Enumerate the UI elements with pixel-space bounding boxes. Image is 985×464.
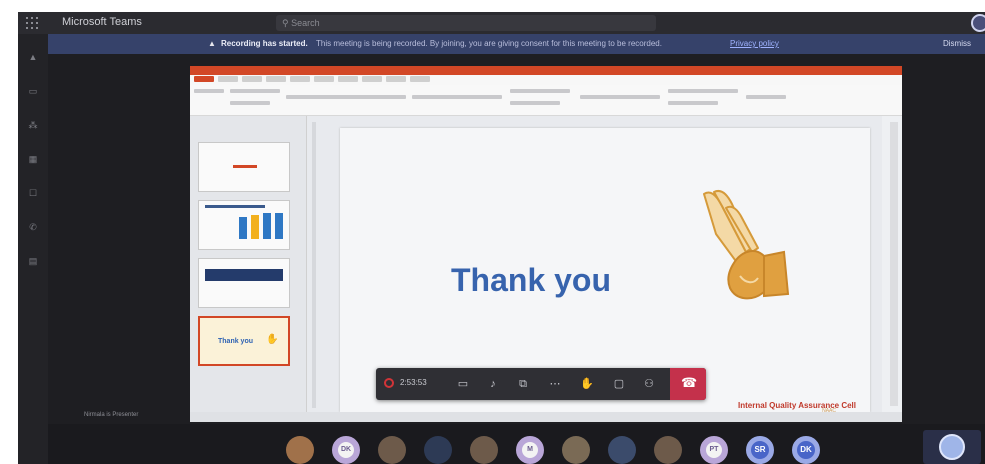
dismiss-button[interactable]: Dismiss bbox=[943, 34, 971, 54]
participant-avatar[interactable]: DK bbox=[332, 436, 360, 464]
thumb-bar bbox=[275, 213, 283, 239]
slide-thumbnail-3[interactable] bbox=[198, 258, 290, 308]
thumb-bar bbox=[251, 215, 259, 239]
activity-icon[interactable]: ▲ bbox=[26, 52, 40, 62]
ppt-tab bbox=[314, 76, 334, 82]
participant-avatar[interactable]: PT bbox=[700, 436, 728, 464]
ppt-ribbon-tabs bbox=[190, 75, 902, 85]
app-launcher-icon[interactable] bbox=[26, 17, 38, 29]
search-placeholder: Search bbox=[291, 18, 320, 28]
ppt-ribbon bbox=[190, 85, 902, 116]
search-input[interactable]: ⚲ Search bbox=[276, 15, 656, 31]
meeting-timer: 2:53:53 bbox=[400, 378, 427, 387]
participant-avatar[interactable] bbox=[654, 436, 682, 464]
files-icon[interactable]: ▤ bbox=[26, 256, 40, 266]
thumb-dark-band bbox=[205, 269, 283, 281]
ppt-tab bbox=[242, 76, 262, 82]
meeting-controls: 2:53:53 ▭ ♪ ⧉ ⋯ ✋ ▢ ⚇ ☎ bbox=[376, 368, 706, 400]
ribbon-group bbox=[230, 101, 270, 105]
microphone-icon[interactable]: ♪ bbox=[486, 377, 500, 391]
participant-avatar[interactable] bbox=[424, 436, 452, 464]
teams-window: Microsoft Teams ⚲ Search ▲ ▭ ⁂ ▦ ☐ ✆ ▤ ▲… bbox=[18, 12, 985, 464]
ribbon-group bbox=[412, 95, 502, 99]
ribbon-group bbox=[510, 89, 570, 93]
raise-hand-icon[interactable]: ✋ bbox=[580, 377, 594, 391]
calls-icon[interactable]: ☐ bbox=[26, 188, 40, 198]
participant-avatar[interactable]: SR bbox=[746, 436, 774, 464]
recording-status: Recording has started. bbox=[221, 39, 308, 48]
participant-tray: DK M PT SR DK bbox=[48, 424, 985, 464]
profile-avatar[interactable] bbox=[971, 14, 985, 32]
ribbon-group bbox=[194, 89, 224, 93]
privacy-policy-link[interactable]: Privacy policy bbox=[730, 34, 779, 54]
thumb-title-line bbox=[233, 165, 257, 168]
participant-avatar[interactable] bbox=[378, 436, 406, 464]
slide-thumbnail-1[interactable] bbox=[198, 142, 290, 192]
praying-hands-icon bbox=[703, 190, 790, 300]
ppt-tab-file bbox=[194, 76, 214, 82]
vertical-ruler bbox=[312, 122, 316, 408]
slide-footer-org: Internal Quality Assurance Cell bbox=[738, 401, 856, 410]
ribbon-group bbox=[668, 101, 718, 105]
participant-avatar[interactable]: DK bbox=[792, 436, 820, 464]
participant-avatar[interactable] bbox=[562, 436, 590, 464]
app-rail: ▲ ▭ ⁂ ▦ ☐ ✆ ▤ bbox=[18, 34, 48, 464]
thumb-bar bbox=[239, 217, 247, 239]
chat-icon[interactable]: ▢ bbox=[612, 377, 626, 391]
camera-icon[interactable]: ▭ bbox=[456, 377, 470, 391]
ppt-tab bbox=[362, 76, 382, 82]
ribbon-group bbox=[230, 89, 280, 93]
ribbon-group bbox=[510, 101, 560, 105]
recording-message: This meeting is being recorded. By joini… bbox=[316, 39, 662, 48]
ppt-titlebar bbox=[190, 66, 902, 75]
ppt-tab bbox=[290, 76, 310, 82]
ribbon-group bbox=[286, 95, 406, 99]
recording-banner: ▲ Recording has started. This meeting is… bbox=[48, 34, 985, 54]
vertical-scrollbar[interactable] bbox=[890, 122, 898, 406]
ppt-tab bbox=[338, 76, 358, 82]
ribbon-group bbox=[580, 95, 660, 99]
ppt-tab bbox=[410, 76, 430, 82]
meeting-stage: Thank you ✋ Thank you Internal Quality A… bbox=[48, 54, 985, 424]
calendar-icon[interactable]: ▦ bbox=[26, 154, 40, 164]
thumb-header bbox=[205, 205, 265, 208]
more-options-icon[interactable]: ⋯ bbox=[548, 377, 562, 391]
participant-avatar[interactable]: M bbox=[516, 436, 544, 464]
chat-icon[interactable]: ▭ bbox=[26, 86, 40, 96]
hang-up-icon: ☎ bbox=[681, 375, 698, 390]
self-video-tile[interactable] bbox=[923, 430, 981, 464]
teams-icon[interactable]: ⁂ bbox=[26, 120, 40, 130]
slide-thank-you-text: Thank you bbox=[451, 262, 612, 298]
presenter-label: Nirmala is Presenter bbox=[84, 412, 139, 418]
thumb-bar bbox=[263, 213, 271, 239]
warning-icon: ▲ bbox=[208, 39, 216, 48]
participant-avatar[interactable] bbox=[286, 436, 314, 464]
hang-up-button[interactable]: ☎ bbox=[670, 368, 706, 400]
slide-thumbnail-2[interactable] bbox=[198, 200, 290, 250]
thumb-thank-you-text: Thank you bbox=[218, 338, 254, 345]
ppt-tab bbox=[266, 76, 286, 82]
share-screen-icon[interactable]: ⧉ bbox=[516, 377, 530, 391]
praying-hands-icon: ✋ bbox=[266, 334, 279, 345]
phone-icon[interactable]: ✆ bbox=[26, 222, 40, 232]
ppt-statusbar bbox=[190, 412, 902, 422]
participant-avatar[interactable] bbox=[608, 436, 636, 464]
app-title: Microsoft Teams bbox=[62, 16, 142, 28]
slide-thumbnail-4[interactable]: Thank you ✋ bbox=[198, 316, 290, 366]
participant-avatar[interactable] bbox=[470, 436, 498, 464]
search-icon: ⚲ bbox=[282, 18, 292, 28]
slide-thumbnails: Thank you ✋ bbox=[190, 116, 307, 412]
recording-icon bbox=[384, 378, 394, 388]
ppt-tab bbox=[218, 76, 238, 82]
ribbon-group bbox=[668, 89, 738, 93]
participants-icon[interactable]: ⚇ bbox=[642, 377, 656, 391]
ppt-tab bbox=[386, 76, 406, 82]
self-avatar bbox=[939, 434, 965, 460]
ribbon-group bbox=[746, 95, 786, 99]
title-bar: Microsoft Teams ⚲ Search bbox=[18, 12, 985, 34]
